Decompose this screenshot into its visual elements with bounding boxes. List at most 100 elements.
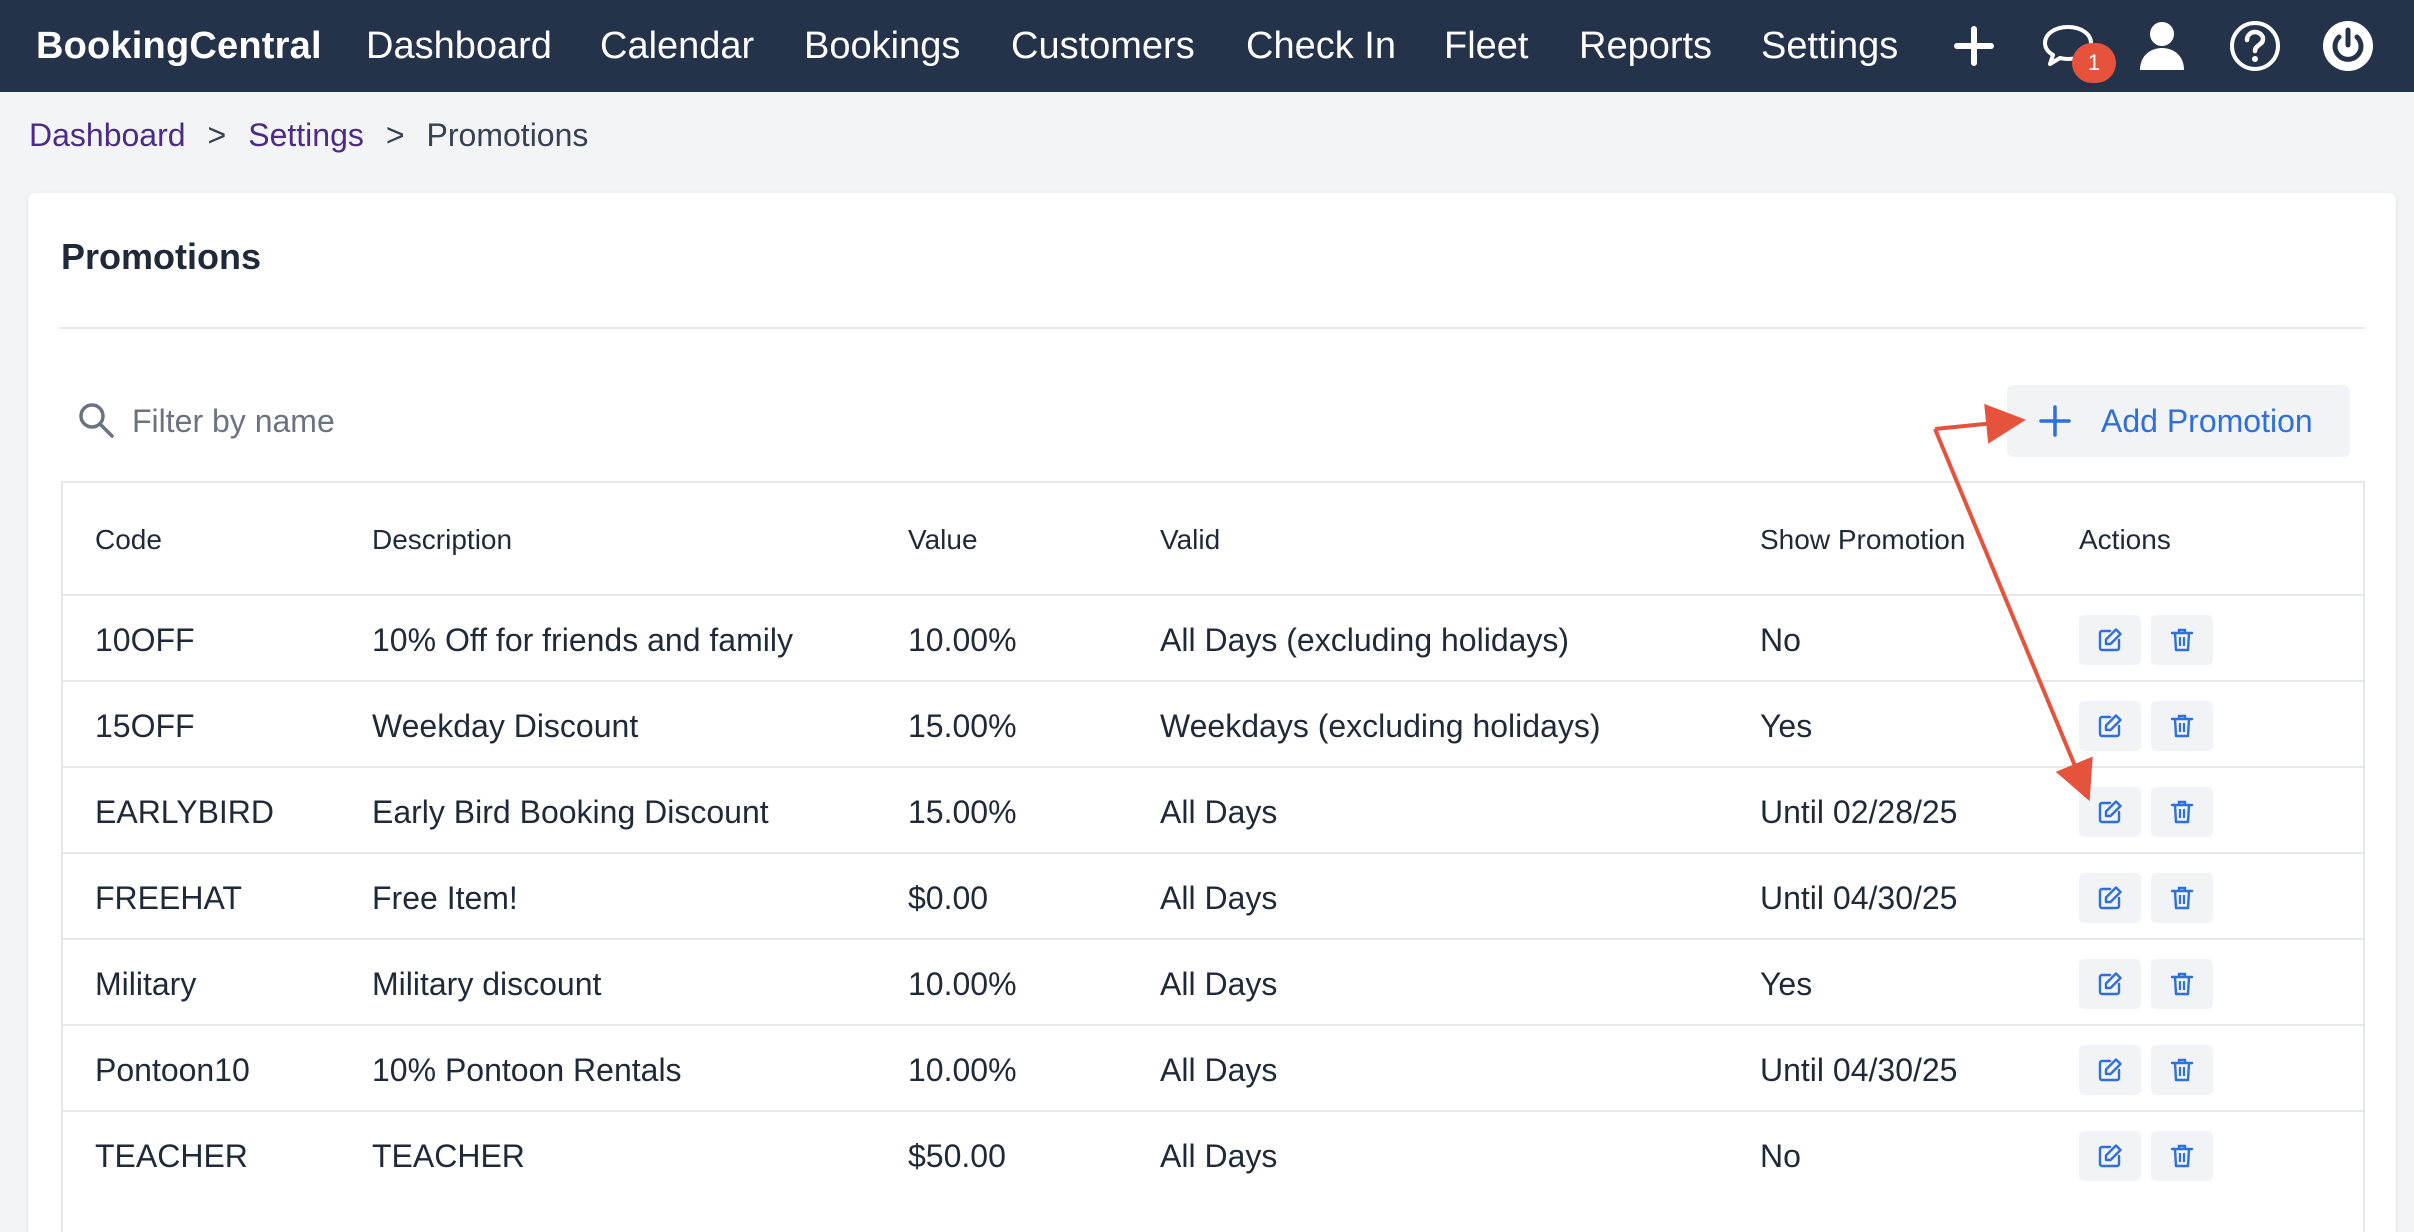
top-nav-bar: BookingCentral Dashboard Calendar Bookin… (0, 0, 2414, 92)
cell-value: 10.00% (908, 621, 1017, 658)
cell-description: 10% Off for friends and family (372, 621, 793, 658)
edit-button[interactable] (2079, 1045, 2141, 1095)
header-description[interactable]: Description (372, 520, 512, 560)
edit-icon (2098, 972, 2122, 996)
nav-item-fleet[interactable]: Fleet (1444, 0, 1528, 92)
cell-show-promotion: Until 02/28/25 (1760, 793, 1958, 830)
cell-description: Early Bird Booking Discount (372, 793, 769, 830)
breadcrumb-separator: > (207, 116, 227, 153)
cell-value: 15.00% (908, 707, 1017, 744)
cell-valid: Weekdays (excluding holidays) (1160, 707, 1601, 744)
cell-valid: All Days (excluding holidays) (1160, 621, 1570, 658)
notification-badge: 1 (2072, 43, 2116, 83)
cell-code: Military (95, 965, 197, 1002)
edit-icon (2098, 1144, 2122, 1168)
user-icon[interactable] (2130, 14, 2194, 78)
cell-value: 15.00% (908, 793, 1017, 830)
nav-item-dashboard[interactable]: Dashboard (366, 0, 552, 92)
edit-button[interactable] (2079, 1131, 2141, 1181)
promotions-table: Code Description Value Valid Show Promot… (61, 481, 2365, 1232)
nav-item-check-in[interactable]: Check In (1246, 0, 1396, 92)
cell-show-promotion: Until 04/30/25 (1760, 879, 1958, 916)
delete-button[interactable] (2151, 701, 2213, 751)
add-promotion-label: Add Promotion (2101, 402, 2313, 439)
header-show-promotion[interactable]: Show Promotion (1760, 520, 1965, 560)
cell-value: $0.00 (908, 879, 989, 916)
filter-input[interactable] (132, 392, 1132, 450)
breadcrumb-separator: > (385, 116, 405, 153)
cell-code: 10OFF (95, 621, 195, 658)
page-title: Promotions (61, 236, 262, 277)
trash-icon (2170, 1058, 2194, 1082)
header-actions: Actions (2079, 524, 2171, 555)
power-icon[interactable] (2316, 14, 2380, 78)
cell-valid: All Days (1160, 965, 1278, 1002)
edit-button[interactable] (2079, 787, 2141, 837)
breadcrumb: Dashboard > Settings > Promotions (29, 114, 588, 156)
cell-description: Military discount (372, 965, 602, 1002)
row-divider (63, 680, 2363, 682)
cell-description: Weekday Discount (372, 707, 639, 744)
row-divider (63, 938, 2363, 940)
trash-icon (2170, 800, 2194, 824)
cell-valid: All Days (1160, 1051, 1278, 1088)
cell-description: Free Item! (372, 879, 518, 916)
cell-show-promotion: Yes (1760, 707, 1813, 744)
edit-icon (2098, 800, 2122, 824)
cell-valid: All Days (1160, 793, 1278, 830)
divider (59, 327, 2365, 329)
nav-item-bookings[interactable]: Bookings (804, 0, 960, 92)
breadcrumb-settings[interactable]: Settings (248, 117, 364, 154)
edit-icon (2098, 1058, 2122, 1082)
row-divider (63, 1110, 2363, 1112)
cell-valid: All Days (1160, 879, 1278, 916)
cell-code: EARLYBIRD (95, 793, 275, 830)
edit-button[interactable] (2079, 873, 2141, 923)
search-icon (76, 400, 116, 440)
trash-icon (2170, 714, 2194, 738)
cell-code: Pontoon10 (95, 1051, 250, 1088)
cell-code: TEACHER (95, 1137, 248, 1174)
edit-button[interactable] (2079, 959, 2141, 1009)
brand-logo[interactable]: BookingCentral (36, 0, 322, 92)
cell-value: $50.00 (908, 1137, 1006, 1174)
help-icon[interactable] (2223, 14, 2287, 78)
edit-button[interactable] (2079, 701, 2141, 751)
cell-description: TEACHER (372, 1137, 525, 1174)
nav-item-customers[interactable]: Customers (1011, 0, 1195, 92)
row-divider (63, 1024, 2363, 1026)
delete-button[interactable] (2151, 1045, 2213, 1095)
row-divider (63, 852, 2363, 854)
nav-item-reports[interactable]: Reports (1579, 0, 1712, 92)
edit-icon (2098, 714, 2122, 738)
edit-button[interactable] (2079, 615, 2141, 665)
delete-button[interactable] (2151, 959, 2213, 1009)
cell-description: 10% Pontoon Rentals (372, 1051, 682, 1088)
cell-value: 10.00% (908, 1051, 1017, 1088)
trash-icon (2170, 1144, 2194, 1168)
cell-code: FREEHAT (95, 879, 242, 916)
add-promotion-button[interactable]: Add Promotion (2007, 385, 2350, 457)
header-value[interactable]: Value (908, 520, 978, 560)
cell-valid: All Days (1160, 1137, 1278, 1174)
cell-show-promotion: Until 04/30/25 (1760, 1051, 1958, 1088)
cell-show-promotion: No (1760, 1137, 1801, 1174)
header-valid[interactable]: Valid (1160, 520, 1220, 560)
cell-code: 15OFF (95, 707, 195, 744)
cell-show-promotion: No (1760, 621, 1801, 658)
nav-item-settings[interactable]: Settings (1761, 0, 1898, 92)
edit-icon (2098, 628, 2122, 652)
delete-button[interactable] (2151, 873, 2213, 923)
row-divider (63, 766, 2363, 768)
header-code[interactable]: Code (95, 520, 162, 560)
breadcrumb-dashboard[interactable]: Dashboard (29, 117, 186, 154)
delete-button[interactable] (2151, 615, 2213, 665)
breadcrumb-current: Promotions (426, 116, 589, 153)
trash-icon (2170, 972, 2194, 996)
cell-show-promotion: Yes (1760, 965, 1813, 1002)
delete-button[interactable] (2151, 787, 2213, 837)
trash-icon (2170, 886, 2194, 910)
delete-button[interactable] (2151, 1131, 2213, 1181)
nav-item-calendar[interactable]: Calendar (600, 0, 754, 92)
plus-icon[interactable] (1942, 14, 2006, 78)
